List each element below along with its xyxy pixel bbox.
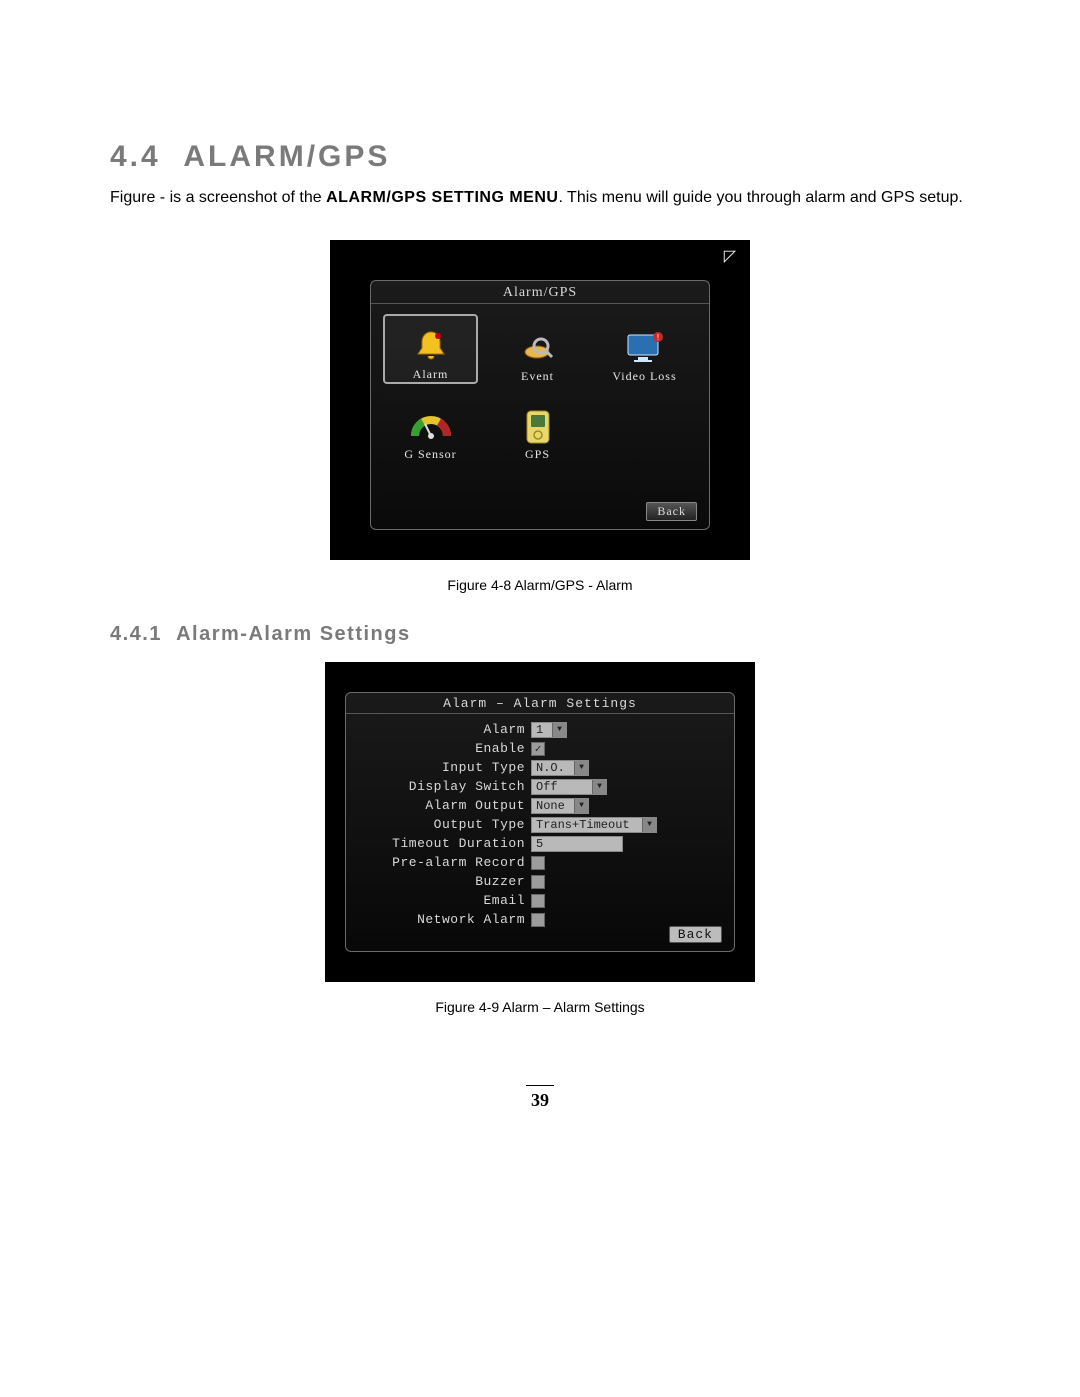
field-label: Display Switch: [356, 779, 531, 794]
field-label: Buzzer: [356, 874, 531, 889]
section-number: 4.4: [110, 140, 161, 173]
panel-title: Alarm/GPS: [371, 281, 709, 304]
dropdown-value: N.O.: [532, 761, 574, 775]
bell-icon: [410, 329, 452, 365]
chevron-down-icon: ▼: [592, 780, 606, 794]
section-name: ALARM/GPS: [183, 140, 390, 173]
menu-grid: Alarm Event! Video Loss G Sensor GPS: [371, 304, 709, 472]
gauge-icon: [410, 409, 452, 445]
field-label: Enable: [356, 741, 531, 756]
intro-bold: ALARM/GPS SETTING MENU: [326, 189, 558, 206]
figure-2-container: Alarm – Alarm Settings Alarm1▼Enable✓Inp…: [110, 662, 970, 987]
field-label: Email: [356, 893, 531, 908]
subsection-title: 4.4.1 Alarm-Alarm Settings: [110, 623, 970, 646]
back-button[interactable]: Back: [646, 502, 697, 521]
back-button[interactable]: Back: [669, 926, 722, 943]
menu-item-label: G Sensor: [404, 447, 456, 462]
menu-item-alarm[interactable]: Alarm: [383, 314, 478, 384]
subsection-name: Alarm-Alarm Settings: [176, 623, 411, 645]
subsection-number: 4.4.1: [110, 623, 162, 645]
intro-paragraph: Figure - is a screenshot of the ALARM/GP…: [110, 186, 970, 210]
panel2-title: Alarm – Alarm Settings: [346, 693, 734, 714]
field-label: Pre-alarm Record: [356, 855, 531, 870]
alarm-output-dropdown[interactable]: None▼: [531, 798, 589, 814]
input-type-dropdown[interactable]: N.O.▼: [531, 760, 589, 776]
field-row-buzzer: Buzzer: [356, 872, 724, 891]
settings-form: Alarm1▼Enable✓Input TypeN.O.▼Display Swi…: [346, 714, 734, 929]
email-checkbox[interactable]: [531, 894, 545, 908]
dropdown-value: None: [532, 799, 574, 813]
chevron-down-icon: ▼: [642, 818, 656, 832]
alarm-gps-panel: Alarm/GPS Alarm Event! Video Loss G Sensor G…: [370, 280, 710, 530]
field-label: Timeout Duration: [356, 836, 531, 851]
device-icon: [517, 409, 559, 445]
field-row-alarm: Alarm1▼: [356, 720, 724, 739]
dropdown-value: 1: [532, 723, 552, 737]
field-row-alarm-output: Alarm OutputNone▼: [356, 796, 724, 815]
section-title: 4.4 ALARM/GPS: [110, 140, 970, 174]
chevron-down-icon: ▼: [574, 799, 588, 813]
dropdown-value: Off: [532, 780, 592, 794]
field-row-output-type: Output TypeTrans+Timeout▼: [356, 815, 724, 834]
svg-text:!: !: [656, 333, 658, 342]
figure-1-container: ◸ Alarm/GPS Alarm Event! Video Loss G Senso…: [110, 240, 970, 565]
field-label: Input Type: [356, 760, 531, 775]
field-label: Alarm Output: [356, 798, 531, 813]
prealarm-record-checkbox[interactable]: [531, 856, 545, 870]
network-alarm-checkbox[interactable]: [531, 913, 545, 927]
menu-item-event[interactable]: Event: [490, 314, 585, 384]
alarm-settings-panel: Alarm – Alarm Settings Alarm1▼Enable✓Inp…: [345, 692, 735, 952]
page-number-block: 39: [110, 1085, 970, 1111]
buzzer-checkbox[interactable]: [531, 875, 545, 889]
output-type-dropdown[interactable]: Trans+Timeout▼: [531, 817, 657, 833]
search-icon: [517, 331, 559, 367]
field-label: Network Alarm: [356, 912, 531, 927]
mouse-cursor-icon: ◸: [724, 246, 736, 266]
menu-item-g-sensor[interactable]: G Sensor: [383, 392, 478, 462]
field-row-email: Email: [356, 891, 724, 910]
field-row-prealarm-record: Pre-alarm Record: [356, 853, 724, 872]
menu-item-gps[interactable]: GPS: [490, 392, 585, 462]
figure-1-caption: Figure 4-8 Alarm/GPS - Alarm: [110, 577, 970, 593]
menu-item-label: Video Loss: [612, 369, 676, 384]
field-label: Alarm: [356, 722, 531, 737]
field-row-display-switch: Display SwitchOff▼: [356, 777, 724, 796]
chevron-down-icon: ▼: [552, 723, 566, 737]
menu-item-video-loss[interactable]: ! Video Loss: [597, 314, 692, 384]
alarm-settings-screenshot: Alarm – Alarm Settings Alarm1▼Enable✓Inp…: [325, 662, 755, 982]
chevron-down-icon: ▼: [574, 761, 588, 775]
dropdown-value: Trans+Timeout: [532, 818, 642, 832]
alarm-gps-screenshot: ◸ Alarm/GPS Alarm Event! Video Loss G Senso…: [330, 240, 750, 560]
field-row-timeout-duration: Timeout Duration5: [356, 834, 724, 853]
menu-item-label: GPS: [525, 447, 550, 462]
menu-item-label: Event: [521, 369, 554, 384]
display-switch-dropdown[interactable]: Off▼: [531, 779, 607, 795]
enable-checkbox[interactable]: ✓: [531, 742, 545, 756]
page-number: 39: [531, 1090, 549, 1110]
alarm-dropdown[interactable]: 1▼: [531, 722, 567, 738]
field-row-input-type: Input TypeN.O.▼: [356, 758, 724, 777]
menu-item-label: Alarm: [413, 367, 449, 382]
field-row-enable: Enable✓: [356, 739, 724, 758]
timeout-duration-input[interactable]: 5: [531, 836, 623, 852]
figure-2-caption: Figure 4-9 Alarm – Alarm Settings: [110, 999, 970, 1015]
monitor-icon: !: [624, 331, 666, 367]
field-label: Output Type: [356, 817, 531, 832]
